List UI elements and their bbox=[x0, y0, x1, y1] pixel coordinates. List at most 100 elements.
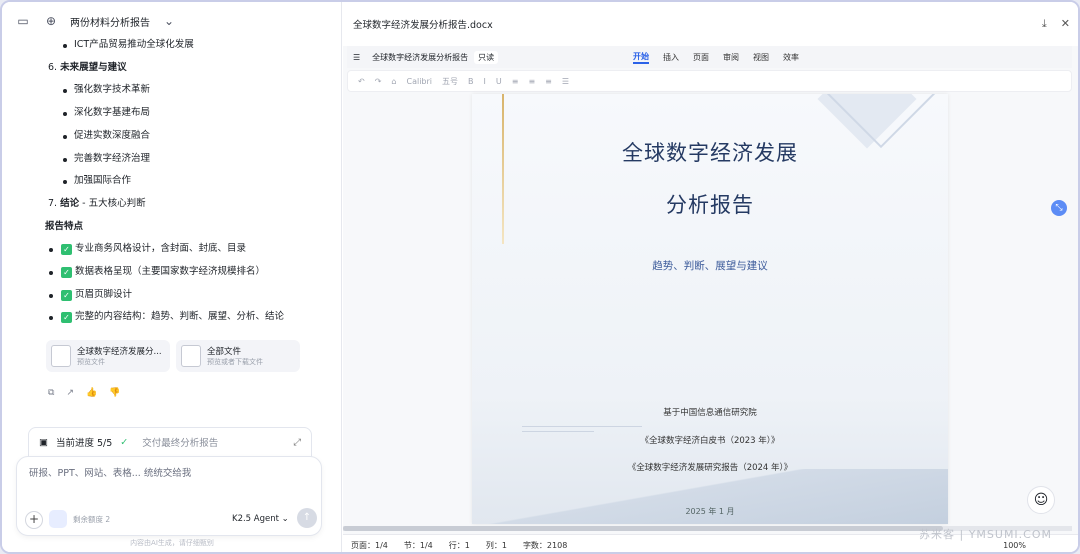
tab-view[interactable]: 视图 bbox=[753, 52, 769, 63]
collapse-icon[interactable]: ⤢ bbox=[293, 437, 301, 448]
chat-title[interactable]: 两份材料分析报告 bbox=[70, 14, 150, 29]
heading-number: 7. bbox=[48, 197, 58, 209]
document-filename: 全球数字经济发展分析报告.docx bbox=[353, 20, 493, 31]
align-center-icon[interactable]: ≡ bbox=[528, 77, 535, 86]
format-toolbar: ↶ ↷ ⌂ Calibri 五号 B I U ≡ ≡ ≡ ☰ bbox=[347, 70, 1072, 92]
chat-panel: ▭ ⊕ 两份材料分析报告 ⌄ ↗ 📎 ICT产品贸易推动全球化发展6. 未来展望… bbox=[2, 2, 1078, 552]
expand-icon[interactable]: ⤡ bbox=[1051, 200, 1067, 216]
send-button[interactable]: ↑ bbox=[297, 508, 317, 528]
heading-number: 6. bbox=[48, 61, 58, 73]
chevron-down-icon[interactable]: ⌄ bbox=[160, 12, 178, 30]
file-name: 全部文件 bbox=[207, 347, 242, 357]
cover-subtitle: 趋势、判断、展望与建议 bbox=[652, 260, 768, 272]
undo-icon[interactable]: ↶ bbox=[358, 77, 365, 86]
input-placeholder: 研报、PPT、网站、表格... 统统交给我 bbox=[29, 468, 192, 479]
numbered-heading: 6. 未来展望与建议 bbox=[32, 57, 332, 80]
agent-selector[interactable]: K2.5 Agent ⌄ bbox=[232, 514, 289, 524]
list-icon[interactable]: ☰ bbox=[562, 77, 569, 86]
assistant-avatar[interactable]: ☺ bbox=[1027, 486, 1055, 514]
viewer-header: 全球数字经济发展分析报告.docx ⤓ ✕ bbox=[343, 2, 1078, 46]
cover-date: 2025 年 1 月 bbox=[685, 507, 735, 516]
thumbs-down-icon[interactable]: 👎 bbox=[109, 388, 120, 398]
document-page: 全球数字经济发展 分析报告 趋势、判断、展望与建议 基于中国信息通信研究院 《全… bbox=[472, 94, 948, 524]
chat-input[interactable]: 研报、PPT、网站、表格... 统统交给我 + 剩余额度 2 K2.5 Agen… bbox=[16, 456, 322, 536]
checkbox-icon: ✓ bbox=[61, 267, 72, 279]
align-left-icon[interactable]: ≡ bbox=[512, 77, 519, 86]
menu-filename: 全球数字经济发展分析报告 bbox=[372, 52, 469, 62]
download-icon[interactable]: ⤓ bbox=[1042, 17, 1047, 31]
file-card-report[interactable]: 全球数字经济发展分... 预览文件 bbox=[46, 340, 170, 372]
bullet-item: 促进实数深度融合 bbox=[32, 125, 332, 148]
watermark: 苏米客 | YMSUMI.COM bbox=[919, 528, 1053, 541]
source-2: 《全球数字经济白皮书（2023 年）》 bbox=[640, 436, 780, 446]
progress-done: 交付最终分析报告 bbox=[142, 438, 219, 449]
file-name: 全球数字经济发展分... bbox=[77, 347, 162, 357]
heading-rest: - 五大核心判断 bbox=[79, 197, 146, 209]
tab-start[interactable]: 开始 bbox=[633, 51, 649, 64]
bullet-item: ICT产品贸易推动全球化发展 bbox=[32, 34, 332, 57]
cover-title-line2: 分析报告 bbox=[666, 193, 754, 217]
document-icon bbox=[51, 345, 71, 367]
cover-title-line1: 全球数字经济发展 bbox=[622, 141, 798, 165]
feature-text: 专业商务风格设计，含封面、封底、目录 bbox=[75, 243, 247, 255]
menu-icon[interactable]: ☰ bbox=[353, 53, 360, 62]
disclaimer: 内容由AI生成，请仔细甄别 bbox=[130, 539, 214, 547]
size-selector[interactable]: 五号 bbox=[442, 76, 458, 87]
bullet-item: 强化数字技术革新 bbox=[32, 79, 332, 102]
font-selector[interactable]: Calibri bbox=[406, 77, 432, 86]
quota-label: 剩余额度 2 bbox=[73, 514, 111, 524]
italic-icon[interactable]: I bbox=[484, 77, 486, 86]
file-sub: 预览文件 bbox=[77, 358, 105, 366]
tab-review[interactable]: 审阅 bbox=[723, 52, 739, 63]
document-viewer: 全球数字经济发展分析报告.docx ⤓ ✕ ☰ 全球数字经济发展分析报告 只读 … bbox=[343, 2, 1078, 552]
share-icon[interactable]: ↗ bbox=[66, 388, 74, 398]
tab-efficiency[interactable]: 效率 bbox=[783, 52, 799, 63]
progress-icon: ▣ bbox=[39, 436, 48, 448]
bullet-item: 加强国际合作 bbox=[32, 170, 332, 193]
heading-text: 未来展望与建议 bbox=[60, 61, 127, 73]
section-title: 报告特点 bbox=[45, 220, 84, 232]
heading-text: 结论 bbox=[60, 197, 80, 209]
tab-page[interactable]: 页面 bbox=[693, 52, 709, 63]
copy-icon[interactable]: ⧉ bbox=[48, 388, 54, 398]
bullet-item: 深化数字基建布局 bbox=[32, 102, 332, 125]
file-card-all[interactable]: 全部文件 预览或者下载文件 bbox=[176, 340, 300, 372]
bullet-item: 完善数字经济治理 bbox=[32, 148, 332, 171]
feature-item: ✓ 完整的内容结构：趋势、判断、展望、分析、结论 bbox=[32, 306, 332, 329]
close-icon[interactable]: ✕ bbox=[1061, 17, 1070, 31]
source-1: 基于中国信息通信研究院 bbox=[663, 408, 757, 418]
feature-item: ✓ 专业商务风格设计，含封面、封底、目录 bbox=[32, 238, 332, 261]
message-actions: ⧉ ↗ 👍 👎 bbox=[48, 388, 120, 398]
progress-label: 当前进度 5/5 bbox=[55, 438, 113, 449]
tab-insert[interactable]: 插入 bbox=[663, 52, 679, 63]
row-position: 行：1 bbox=[448, 541, 470, 550]
sidebar-toggle-icon[interactable]: ▭ bbox=[14, 12, 32, 30]
format-painter-icon[interactable]: ⌂ bbox=[391, 77, 396, 86]
page-count: 页面：1/4 bbox=[351, 541, 388, 550]
underline-icon[interactable]: U bbox=[496, 77, 502, 86]
add-button[interactable]: + bbox=[25, 511, 43, 529]
feature-item: ✓ 数据表格呈现（主要国家数字经济规模排名） bbox=[32, 261, 332, 284]
section-count: 节：1/4 bbox=[403, 541, 433, 550]
align-right-icon[interactable]: ≡ bbox=[545, 77, 552, 86]
thumbs-up-icon[interactable]: 👍 bbox=[86, 388, 97, 398]
checkbox-icon: ✓ bbox=[61, 289, 72, 301]
numbered-heading: 7. 结论 - 五大核心判断 bbox=[32, 193, 332, 216]
checkbox-icon: ✓ bbox=[61, 312, 72, 324]
app-window: ▭ ⊕ 两份材料分析报告 ⌄ ↗ 📎 ICT产品贸易推动全球化发展6. 未来展望… bbox=[0, 0, 1080, 554]
message-content: ICT产品贸易推动全球化发展 6. 未来展望与建议 强化数字技术革新 深化数字基建布局… bbox=[32, 34, 332, 329]
redo-icon[interactable]: ↷ bbox=[375, 77, 382, 86]
feature-item: ✓ 页眉页脚设计 bbox=[32, 284, 332, 307]
zoom-level[interactable]: 100% bbox=[1003, 541, 1026, 550]
feature-text: 页眉页脚设计 bbox=[75, 288, 133, 300]
agent-label: K2.5 Agent bbox=[232, 514, 279, 524]
progress-bar[interactable]: ▣ 当前进度 5/5 ✓ 交付最终分析报告 ⤢ bbox=[28, 427, 312, 457]
bold-icon[interactable]: B bbox=[468, 77, 474, 86]
quota: 剩余额度 2 bbox=[49, 510, 110, 528]
file-cards: 全球数字经济发展分... 预览文件 全部文件 预览或者下载文件 bbox=[46, 340, 300, 372]
editor-menubar: ☰ 全球数字经济发展分析报告 只读 开始 插入 页面 审阅 视图 效率 bbox=[347, 46, 1072, 68]
new-chat-icon[interactable]: ⊕ bbox=[42, 12, 60, 30]
readonly-badge: 只读 bbox=[474, 50, 499, 64]
check-circle-icon: ✓ bbox=[120, 436, 129, 448]
folder-icon bbox=[181, 345, 201, 367]
